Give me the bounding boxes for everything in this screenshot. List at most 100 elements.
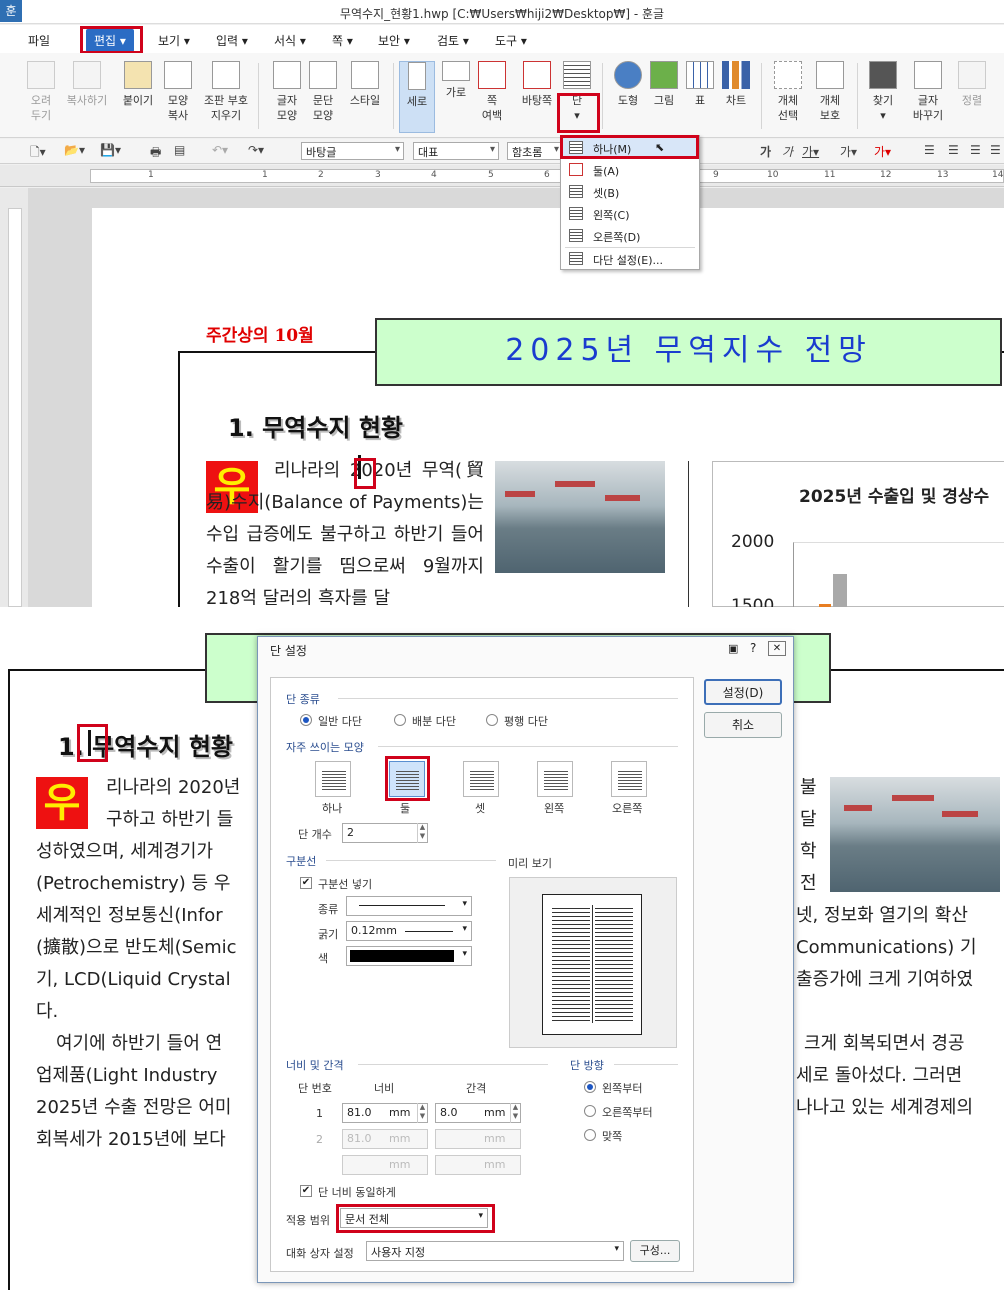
columns-three-option[interactable]: 셋(B) bbox=[561, 181, 699, 203]
align-justify-icon[interactable]: ☰ bbox=[924, 143, 935, 157]
configure-button[interactable]: 구성... bbox=[630, 1240, 680, 1262]
cancel-button[interactable]: 취소 bbox=[704, 712, 782, 738]
radio-parallel[interactable] bbox=[486, 714, 498, 726]
menu-tools[interactable]: 도구 ▾ bbox=[495, 32, 527, 49]
cut-label: 오려 두기 bbox=[30, 94, 52, 122]
strikethrough-icon[interactable]: 가▾ bbox=[840, 143, 857, 160]
align-left-icon[interactable]: ☰ bbox=[948, 143, 959, 157]
underline-icon[interactable]: 가▾ bbox=[802, 143, 819, 160]
chart-button[interactable]: 차트 bbox=[716, 61, 756, 133]
crane-shape bbox=[844, 805, 872, 811]
close-icon[interactable]: ✕ bbox=[768, 641, 786, 656]
font-language-value: 대표 bbox=[418, 146, 439, 159]
scissors-icon bbox=[27, 61, 55, 89]
portrait-page-icon bbox=[408, 62, 426, 90]
find-button[interactable]: 찾기 ▾ bbox=[863, 61, 903, 133]
picture-button[interactable]: 그림 bbox=[644, 61, 684, 133]
multi-column-setup-option[interactable]: 다단 설정(E)... bbox=[561, 248, 699, 270]
help-icon[interactable]: ? bbox=[750, 641, 756, 655]
column-count-input[interactable]: 2 ▲ ▼ bbox=[342, 823, 428, 843]
open-folder-icon[interactable]: 📂▾ bbox=[64, 143, 85, 157]
dialog-setting-select[interactable]: 사용자 지정 ▾ bbox=[366, 1241, 624, 1261]
dialog-menu-icon[interactable]: ▣ bbox=[728, 642, 738, 655]
page-margin-button[interactable]: 쪽 여백 bbox=[472, 61, 512, 133]
object-select-button[interactable]: 개체 선택 bbox=[768, 61, 808, 133]
new-document-icon[interactable]: 🗋▾ bbox=[30, 143, 46, 164]
spinner-icon[interactable]: ▲ ▼ bbox=[510, 1103, 520, 1123]
preset-right-button[interactable] bbox=[611, 761, 647, 797]
font-color-icon[interactable]: 가▾ bbox=[874, 143, 891, 160]
preview-icon[interactable]: ▤ bbox=[174, 143, 185, 157]
color-select[interactable]: ▾ bbox=[346, 946, 472, 966]
brush-icon bbox=[164, 61, 192, 89]
menu-format[interactable]: 서식 ▾ bbox=[274, 32, 306, 49]
redo-icon[interactable]: ↷▾ bbox=[248, 143, 264, 157]
sort-button[interactable]: 정렬 bbox=[952, 61, 992, 133]
shape-copy-button[interactable]: 모양 복사 bbox=[158, 61, 198, 133]
columns-right-option[interactable]: 오른쪽(D) bbox=[561, 225, 699, 247]
radio-from-right[interactable] bbox=[584, 1105, 596, 1117]
menu-file[interactable]: 파일 bbox=[28, 32, 50, 49]
menu-security[interactable]: 보안 ▾ bbox=[378, 32, 410, 49]
bold-icon[interactable]: 가 bbox=[760, 143, 771, 160]
menu-edit[interactable]: 편집 ▾ bbox=[86, 29, 134, 52]
style-select[interactable]: 바탕글 bbox=[301, 142, 404, 160]
body-text-left[interactable]: 리나라의 2020년 구하고 하반기 들 성하였으며, 세계경기가 (Petro… bbox=[36, 772, 266, 1156]
table-button[interactable]: 표 bbox=[680, 61, 720, 133]
align-right-icon[interactable]: ☰ bbox=[990, 143, 1001, 157]
font-name-select[interactable]: 함초롬 bbox=[507, 142, 563, 160]
ok-button[interactable]: 설정(D) bbox=[704, 679, 782, 705]
preset-left-button[interactable] bbox=[537, 761, 573, 797]
radio-facing[interactable] bbox=[584, 1129, 596, 1141]
clear-codes-button[interactable]: 조판 부호 지우기 bbox=[200, 61, 252, 133]
menu-review[interactable]: 검토 ▾ bbox=[437, 32, 469, 49]
columns-one-option[interactable]: 하나(M) ⬉ bbox=[561, 137, 699, 159]
body-paragraph[interactable]: 리나라의 2020년 무역(貿易)수지(Balance of Payments)… bbox=[206, 455, 484, 605]
ruler-number: 3 bbox=[375, 170, 381, 180]
align-center-icon[interactable]: ☰ bbox=[970, 143, 981, 157]
columns-button[interactable]: 단 ▾ bbox=[559, 61, 595, 133]
vertical-page-button[interactable]: 세로 bbox=[399, 61, 435, 133]
spinner-icon[interactable]: ▲ ▼ bbox=[417, 823, 427, 843]
radio-normal[interactable] bbox=[300, 714, 312, 726]
print-icon[interactable]: 🖶 bbox=[150, 143, 161, 164]
undo-icon[interactable]: ↶▾ bbox=[212, 143, 228, 157]
thickness-select[interactable]: 0.12mm ▾ bbox=[346, 921, 472, 941]
radio-from-left[interactable] bbox=[584, 1081, 596, 1093]
preset-three-button[interactable] bbox=[463, 761, 499, 797]
columns-left-option[interactable]: 왼쪽(C) bbox=[561, 203, 699, 225]
text-line: Communications) 기 bbox=[796, 937, 977, 958]
menu-view[interactable]: 보기 ▾ bbox=[158, 32, 190, 49]
save-icon[interactable]: 💾▾ bbox=[100, 143, 121, 157]
equal-width-checkbox[interactable]: ✔ bbox=[300, 1185, 312, 1197]
preset-one-button[interactable] bbox=[315, 761, 351, 797]
paste-button[interactable]: 붙이기 bbox=[118, 61, 158, 133]
line-type-select[interactable]: ▾ bbox=[346, 896, 472, 916]
object-protect-button[interactable]: 개체 보호 bbox=[810, 61, 850, 133]
copy-button[interactable]: 복사하기 bbox=[64, 61, 110, 133]
divider-checkbox[interactable]: ✔ bbox=[300, 877, 312, 889]
apply-range-select[interactable]: 문서 전체 ▾ bbox=[340, 1208, 488, 1228]
column1-gap-input[interactable]: 8.0 mm ▲ ▼ bbox=[435, 1103, 521, 1123]
title-bar: 훈 무역수지_현황1.hwp [C:₩Users₩hiji2₩Desktop₩]… bbox=[0, 0, 1004, 24]
menu-page[interactable]: 쪽 ▾ bbox=[332, 32, 353, 49]
cut-button[interactable]: 오려 두기 bbox=[21, 61, 61, 133]
italic-icon[interactable]: 가 bbox=[782, 143, 793, 160]
background-page-button[interactable]: 바탕쪽 bbox=[515, 61, 559, 133]
font-language-select[interactable]: 대표 bbox=[413, 142, 499, 160]
gap-header: 간격 bbox=[466, 1082, 487, 1095]
para-shape-button[interactable]: 문단 모양 bbox=[303, 61, 343, 133]
radio-distributed[interactable] bbox=[394, 714, 406, 726]
preset-two-button[interactable] bbox=[389, 761, 425, 797]
char-replace-button[interactable]: 글자 바꾸기 bbox=[906, 61, 950, 133]
style-button[interactable]: 스타일 bbox=[343, 61, 387, 133]
horizontal-page-button[interactable]: 가로 bbox=[436, 61, 476, 133]
column1-width-input[interactable]: 81.0 mm ▲ ▼ bbox=[342, 1103, 428, 1123]
menu-insert[interactable]: 입력 ▾ bbox=[216, 32, 248, 49]
column-setup-icon bbox=[569, 252, 583, 265]
char-shape-button[interactable]: 글자 모양 bbox=[267, 61, 307, 133]
columns-two-option[interactable]: 둘(A) bbox=[561, 159, 699, 181]
document-page[interactable]: 주간상의 10월 2025년 무역지수 전망 1. 무역수지 현황 우 리나라의… bbox=[92, 208, 1004, 607]
shape-button[interactable]: 도형 bbox=[608, 61, 648, 133]
spinner-icon[interactable]: ▲ ▼ bbox=[417, 1103, 427, 1123]
